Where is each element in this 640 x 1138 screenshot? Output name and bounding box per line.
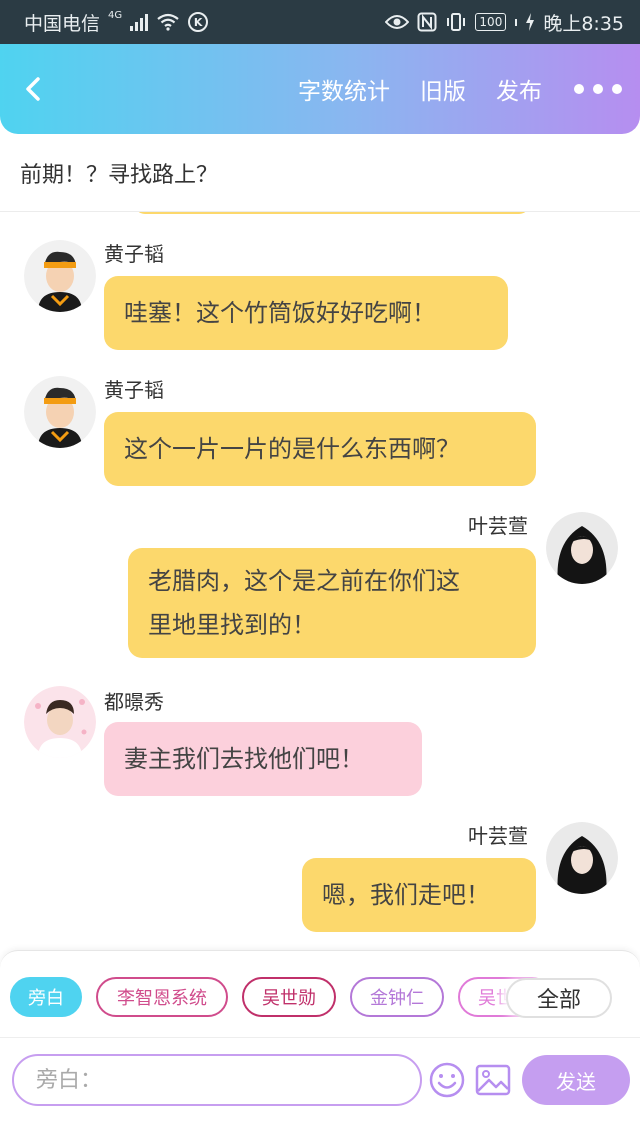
k-app-icon: K [188,12,209,32]
character-chip[interactable]: 金钟仁 [350,977,444,1017]
send-button[interactable]: 发送 [522,1055,630,1105]
status-bar: 中国电信 4G K 100 晚上8:35 [0,0,640,44]
sender-name: 叶芸萱 [468,824,528,848]
header-actions: 字数统计 旧版 发布 [298,44,622,134]
publish-button[interactable]: 发布 [496,72,542,106]
chat-area: 黄子韬 哇塞！这个竹筒饭好好吃啊！ 黄子韬 这个一片一片的是什么东西啊？ 叶芸萱… [0,212,640,950]
partial-message-bubble [134,212,530,214]
back-button[interactable] [20,74,48,104]
avatar[interactable] [546,512,618,584]
word-count-button[interactable]: 字数统计 [298,72,390,106]
chip-label: 旁白 [28,988,64,1009]
image-icon[interactable] [474,1061,512,1099]
carrier-label: 中国电信 [24,12,101,35]
more-dots-icon[interactable] [574,84,622,94]
chapter-title[interactable]: 前期！？寻找路上？ [0,134,640,212]
message-text: 哇塞！这个竹筒饭好好吃啊！ [124,299,436,327]
all-characters-button[interactable]: 全部 [506,978,612,1018]
message-bubble[interactable]: 老腊肉，这个是之前在你们这 里地里找到的！ [128,548,536,658]
wifi-icon [156,13,180,31]
character-chip[interactable]: 吴世勋 [242,977,336,1017]
network-type: 4G [108,9,123,21]
chip-label: 吴世勋 [262,988,316,1009]
avatar[interactable] [24,376,96,448]
vibrate-icon [445,12,467,32]
avatar[interactable] [24,686,96,758]
battery-tip [515,18,518,26]
chevron-left-icon [26,77,40,101]
battery-level: 100 [479,15,503,29]
status-right: 100 晚上8:35 [385,9,624,36]
header-bar: 字数统计 旧版 发布 [0,44,640,134]
message-bubble[interactable]: 嗯，我们走吧！ [302,858,536,932]
charging-icon [525,13,535,31]
chip-label: 金钟仁 [370,988,424,1009]
character-chip-narrator[interactable]: 旁白 [10,977,82,1017]
sender-name: 都暻秀 [104,690,164,714]
divider [0,1037,640,1038]
smiley-icon[interactable] [428,1061,466,1099]
chip-label: 李智恩系统 [117,988,207,1009]
sender-name: 叶芸萱 [468,514,528,538]
message-text-line-2: 里地里找到的！ [148,611,316,639]
message-input[interactable] [12,1054,422,1106]
sender-name: 黄子韬 [104,378,164,402]
message-text-line-1: 老腊肉，这个是之前在你们这 [148,567,460,595]
avatar[interactable] [546,822,618,894]
message-text: 嗯，我们走吧！ [322,881,490,909]
message-text: 妻主我们去找他们吧！ [124,745,364,773]
status-left: 中国电信 4G K [24,9,209,36]
avatar[interactable] [24,240,96,312]
message-bubble[interactable]: 妻主我们去找他们吧！ [104,722,422,796]
signal-icon [130,13,149,31]
battery-icon: 100 [475,13,507,31]
nfc-icon [417,12,437,32]
old-version-button[interactable]: 旧版 [420,72,466,106]
input-panel: 旁白 李智恩系统 吴世勋 金钟仁 吴世 全部 发送 [0,950,640,1138]
message-text: 这个一片一片的是什么东西啊？ [124,435,460,463]
eye-icon [385,14,410,30]
character-chip[interactable]: 李智恩系统 [96,977,228,1017]
sender-name: 黄子韬 [104,242,164,266]
message-bubble[interactable]: 哇塞！这个竹筒饭好好吃啊！ [104,276,508,350]
clock: 晚上8:35 [543,12,624,35]
message-bubble[interactable]: 这个一片一片的是什么东西啊？ [104,412,536,486]
